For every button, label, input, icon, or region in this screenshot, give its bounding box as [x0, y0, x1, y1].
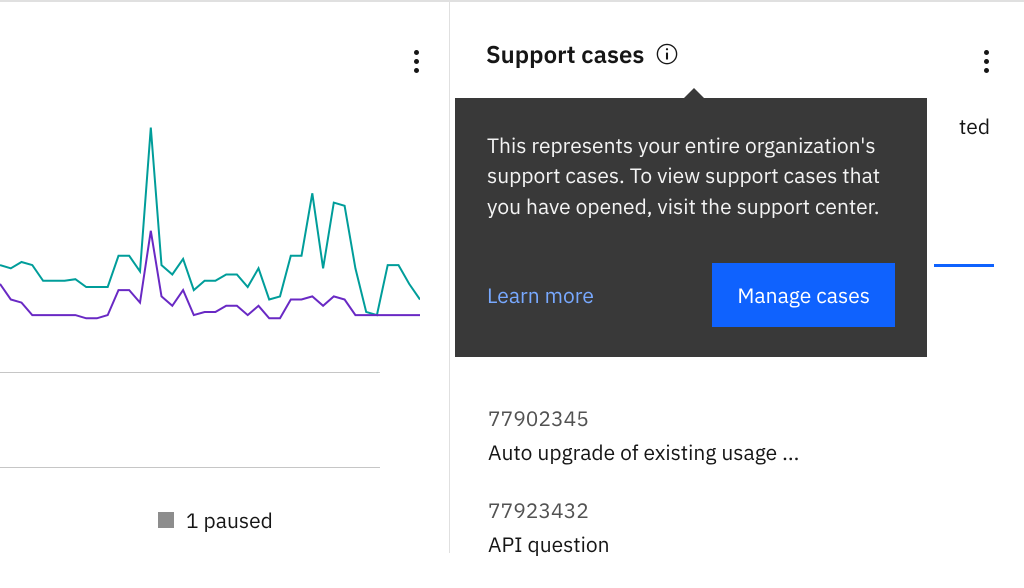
panel-header: Support cases: [486, 38, 994, 70]
overflow-menu-right[interactable]: [984, 50, 989, 73]
truncated-tab-text: ted: [959, 112, 990, 140]
case-item[interactable]: 77923432 API question: [488, 496, 799, 558]
divider: [0, 372, 380, 373]
tab-indicator: [934, 264, 994, 267]
chart-area: [0, 112, 420, 362]
legend-swatch: [158, 512, 174, 528]
legend-label: 1 paused: [186, 506, 273, 534]
left-panel: 1 paused: [0, 2, 450, 553]
case-id: 77923432: [488, 496, 799, 524]
case-title: API question: [488, 530, 799, 558]
case-id: 77902345: [488, 404, 799, 432]
tooltip-caret: [684, 88, 704, 98]
case-item[interactable]: 77902345 Auto upgrade of existing usage …: [488, 404, 799, 466]
info-icon[interactable]: [656, 43, 678, 65]
overflow-menu-left[interactable]: [414, 50, 419, 73]
case-title: Auto upgrade of existing usage ...: [488, 438, 799, 466]
overflow-icon: [984, 50, 989, 73]
learn-more-link[interactable]: Learn more: [487, 281, 594, 309]
divider: [0, 467, 380, 468]
case-list: 77902345 Auto upgrade of existing usage …: [488, 404, 799, 588]
tooltip-actions: Learn more Manage cases: [487, 263, 895, 327]
tooltip: This represents your entire organization…: [455, 98, 927, 357]
tooltip-body: This represents your entire organization…: [487, 130, 895, 221]
panel-title: Support cases: [486, 38, 644, 70]
manage-cases-button[interactable]: Manage cases: [712, 263, 895, 327]
legend-item[interactable]: 1 paused: [158, 506, 273, 534]
overflow-icon: [414, 50, 419, 73]
